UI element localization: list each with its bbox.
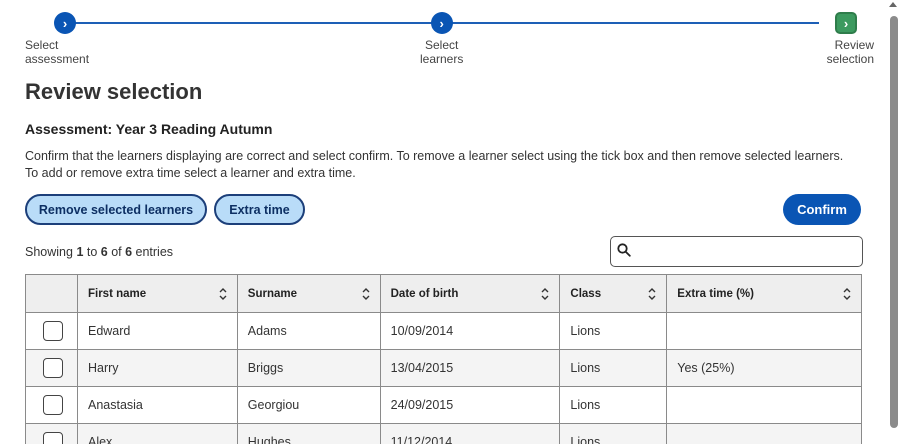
- cell-extra-time: [666, 423, 862, 444]
- step-select-learners[interactable]: › Select learners: [420, 12, 463, 66]
- chevron-right-icon: ›: [54, 12, 76, 34]
- search-input[interactable]: [610, 236, 863, 267]
- header-extra-time[interactable]: Extra time (%): [666, 274, 862, 313]
- cell-surname: Adams: [236, 312, 381, 350]
- cell-surname: Briggs: [236, 349, 381, 387]
- sort-icon: [648, 288, 656, 300]
- header-date-of-birth[interactable]: Date of birth: [379, 274, 561, 313]
- assessment-name: Assessment: Year 3 Reading Autumn: [25, 121, 273, 137]
- scroll-up-arrow-icon[interactable]: [889, 2, 897, 7]
- chevron-right-icon: ›: [430, 12, 453, 34]
- row-select-checkbox[interactable]: [43, 321, 63, 341]
- select-column-header: [25, 274, 78, 313]
- cell-first-name: Anastasia: [76, 386, 238, 424]
- step-label: Select learners: [420, 38, 464, 66]
- row-select-checkbox[interactable]: [43, 395, 63, 415]
- search-icon: [617, 243, 631, 257]
- row-select-checkbox[interactable]: [43, 358, 63, 378]
- learners-table: First name Surname Date of birth Class E…: [25, 274, 862, 444]
- cell-extra-time: Yes (25%): [666, 349, 862, 387]
- step-review-selection[interactable]: › Review selection: [827, 12, 874, 66]
- sort-icon: [362, 288, 370, 300]
- chevron-right-icon: ›: [835, 12, 857, 34]
- step-label: Review selection: [826, 38, 874, 66]
- extra-time-button[interactable]: Extra time: [214, 194, 305, 225]
- confirm-button[interactable]: Confirm: [783, 194, 861, 225]
- page-scrollbar[interactable]: [886, 0, 901, 444]
- cell-extra-time: [666, 312, 862, 350]
- cell-date-of-birth: 10/09/2014: [379, 312, 561, 350]
- cell-surname: Georgiou: [236, 386, 381, 424]
- cell-date-of-birth: 11/12/2014: [379, 423, 561, 444]
- cell-date-of-birth: 13/04/2015: [379, 349, 561, 387]
- sort-icon: [541, 288, 549, 300]
- header-surname[interactable]: Surname: [236, 274, 381, 313]
- cell-first-name: Alex: [76, 423, 238, 444]
- scrollbar-thumb[interactable]: [890, 16, 898, 428]
- table-header-row: First name Surname Date of birth Class E…: [25, 274, 862, 313]
- cell-class: Lions: [559, 312, 668, 350]
- cell-surname: Hughes: [236, 423, 381, 444]
- entries-info: Showing 1 to 6 of 6 entries: [25, 245, 174, 259]
- table-row: Edward Adams 10/09/2014 Lions: [25, 312, 862, 350]
- table-row: Harry Briggs 13/04/2015 Lions Yes (25%): [25, 349, 862, 387]
- cell-first-name: Edward: [76, 312, 238, 350]
- sort-icon: [843, 288, 851, 300]
- cell-date-of-birth: 24/09/2015: [379, 386, 561, 424]
- cell-extra-time: [666, 386, 862, 424]
- remove-selected-learners-button[interactable]: Remove selected learners: [25, 194, 207, 225]
- cell-class: Lions: [559, 386, 668, 424]
- sort-icon: [219, 288, 227, 300]
- cell-class: Lions: [559, 349, 668, 387]
- table-row: Alex Hughes 11/12/2014 Lions: [25, 423, 862, 444]
- progress-stepper: › Select assessment › Select learners › Re…: [25, 12, 874, 76]
- step-select-assessment[interactable]: › Select assessment: [25, 12, 90, 66]
- page-title: Review selection: [25, 79, 203, 104]
- header-first-name[interactable]: First name: [76, 274, 238, 313]
- cell-first-name: Harry: [76, 349, 238, 387]
- row-select-checkbox[interactable]: [43, 432, 63, 444]
- step-label: Select assessment: [25, 38, 90, 66]
- table-row: Anastasia Georgiou 24/09/2015 Lions: [25, 386, 862, 424]
- cell-class: Lions: [559, 423, 668, 444]
- header-class[interactable]: Class: [559, 274, 668, 313]
- instructions-text: Confirm that the learners displaying are…: [25, 149, 844, 180]
